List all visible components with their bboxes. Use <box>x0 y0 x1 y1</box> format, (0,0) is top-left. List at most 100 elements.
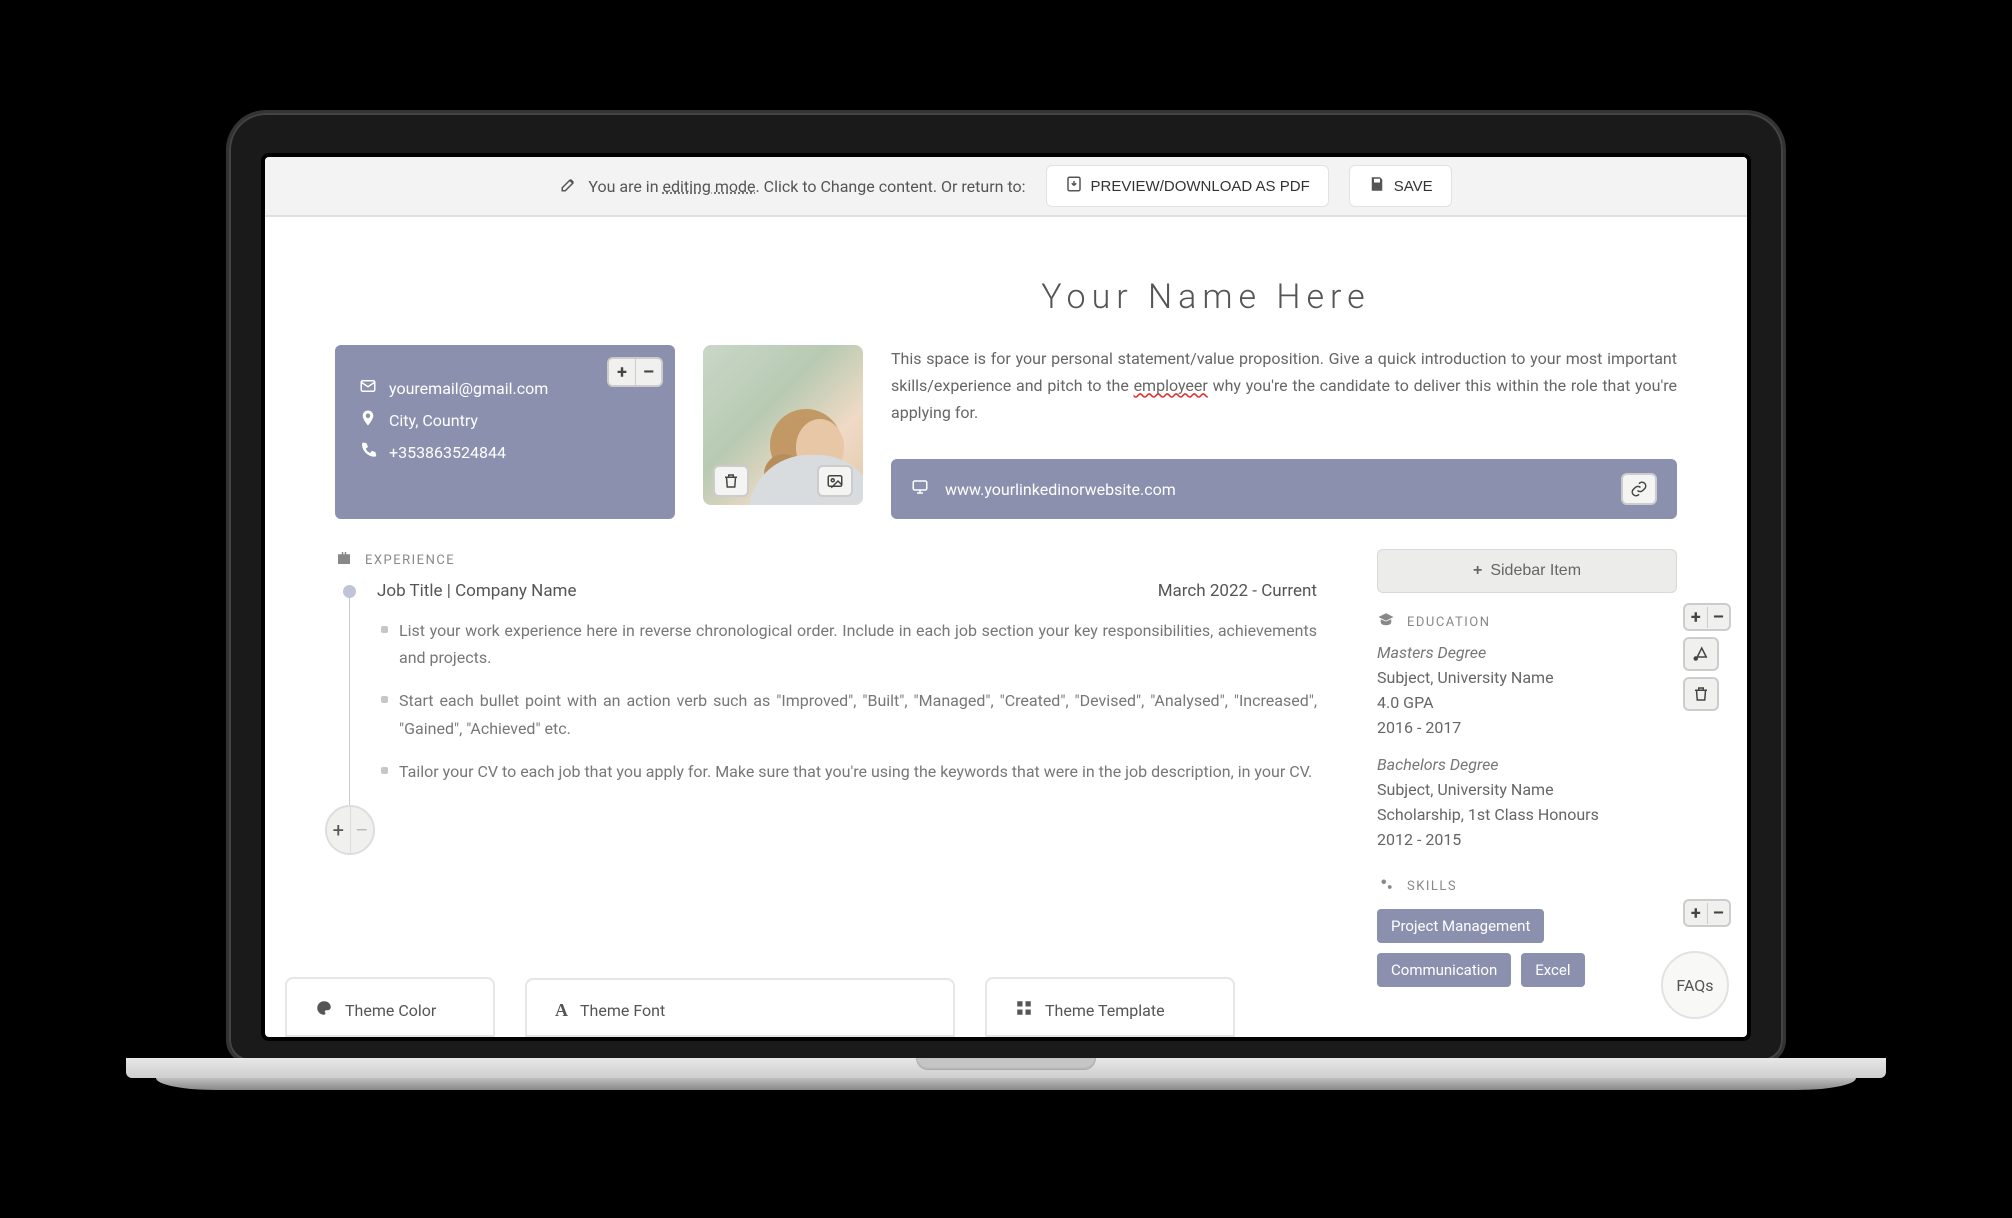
grad-cap-icon <box>1377 611 1395 633</box>
personal-statement[interactable]: This space is for your personal statemen… <box>891 345 1677 445</box>
skills-add-button[interactable]: + <box>1685 903 1707 924</box>
mode-suffix: . Click to Change content. Or return to: <box>755 177 1025 196</box>
edit-icon <box>560 175 578 197</box>
education-heading-text: EDUCATION <box>1407 615 1490 630</box>
location-icon <box>359 409 377 431</box>
bullet-item[interactable]: Start each bullet point with an action v… <box>377 687 1317 741</box>
save-button[interactable]: SAVE <box>1349 165 1452 207</box>
skills-remove-button[interactable]: – <box>1707 903 1730 924</box>
bullet-item[interactable]: Tailor your CV to each job that you appl… <box>377 758 1317 785</box>
education-add-button[interactable]: + <box>1685 607 1707 628</box>
education-remove-button[interactable]: – <box>1707 607 1730 628</box>
faqs-button[interactable]: FAQs <box>1661 951 1729 1019</box>
left-column: EXPERIENCE Job Title | Company Name Marc… <box>335 549 1317 987</box>
skills-add-remove: + – <box>1683 899 1731 927</box>
experience-timeline: Job Title | Company Name March 2022 - Cu… <box>335 581 1317 785</box>
header-row: + – youremail@gmail.com City, Country <box>335 345 1677 519</box>
laptop-bezel: You are in editing mode. Click to Change… <box>226 110 1786 1064</box>
job-title: Job Title | Company Name <box>377 581 576 601</box>
website-text: www.yourlinkedinorwebsite.com <box>945 480 1176 499</box>
job-dates: March 2022 - Current <box>1158 581 1317 601</box>
email-icon <box>359 377 377 399</box>
laptop-frame: You are in editing mode. Click to Change… <box>226 110 1786 1108</box>
education-delete-button[interactable] <box>1683 677 1719 711</box>
contact-location-row[interactable]: City, Country <box>359 409 651 431</box>
timeline-remove-button[interactable]: – <box>350 807 374 853</box>
education-item[interactable]: Bachelors Degree Subject, University Nam… <box>1377 755 1677 849</box>
photo-upload-button[interactable] <box>817 465 853 497</box>
timeline-dot <box>343 585 356 598</box>
briefcase-icon <box>335 549 353 571</box>
palette-icon <box>315 999 333 1021</box>
plus-icon: + <box>1473 562 1482 580</box>
right-column: + Sidebar Item + – <box>1377 549 1677 987</box>
contact-card[interactable]: + – youremail@gmail.com City, Country <box>335 345 675 519</box>
skill-tag[interactable]: Project Management <box>1377 909 1544 943</box>
gears-icon <box>1377 875 1395 897</box>
timeline-add-remove: + – <box>325 805 375 855</box>
download-icon <box>1065 175 1083 197</box>
link-edit-button[interactable] <box>1621 473 1657 505</box>
edu-years: 2012 - 2015 <box>1377 830 1677 849</box>
top-toolbar: You are in editing mode. Click to Change… <box>265 157 1747 217</box>
education-color-button[interactable] <box>1683 637 1719 671</box>
editing-mode-notice: You are in editing mode. Click to Change… <box>560 175 1025 197</box>
skills-heading: SKILLS <box>1377 875 1677 897</box>
theme-template-button[interactable]: Theme Template <box>985 977 1235 1037</box>
experience-heading-text: EXPERIENCE <box>365 553 455 568</box>
photo-actions <box>703 465 863 497</box>
theme-font-label: Theme Font <box>580 1001 665 1020</box>
contact-phone-row[interactable]: +353863524844 <box>359 441 651 463</box>
edu-years: 2016 - 2017 <box>1377 718 1677 737</box>
main-columns: EXPERIENCE Job Title | Company Name Marc… <box>335 549 1677 987</box>
app-screen: You are in editing mode. Click to Change… <box>265 157 1747 1037</box>
edu-degree: Bachelors Degree <box>1377 755 1677 774</box>
theme-template-label: Theme Template <box>1045 1001 1165 1020</box>
edu-subject: Subject, University Name <box>1377 668 1677 687</box>
statement-misspelled: employeer <box>1134 376 1208 395</box>
profile-photo[interactable] <box>703 345 863 505</box>
theme-bar: Theme Color A Theme Font Theme Template <box>265 977 1747 1037</box>
experience-heading: EXPERIENCE <box>335 549 1317 571</box>
preview-download-button[interactable]: PREVIEW/DOWNLOAD AS PDF <box>1046 165 1329 207</box>
save-icon <box>1368 175 1386 197</box>
template-icon <box>1015 999 1033 1021</box>
add-sidebar-item-button[interactable]: + Sidebar Item <box>1377 549 1677 593</box>
contact-add-button[interactable]: + <box>609 359 635 385</box>
theme-color-button[interactable]: Theme Color <box>285 977 495 1037</box>
education-side-controls: + – <box>1683 603 1731 711</box>
screen-wrap: You are in editing mode. Click to Change… <box>261 153 1751 1041</box>
add-sidebar-label: Sidebar Item <box>1490 562 1581 580</box>
faqs-label: FAQs <box>1676 976 1713 995</box>
theme-color-label: Theme Color <box>345 1001 436 1020</box>
email-text: youremail@gmail.com <box>389 379 548 398</box>
timeline-add-button[interactable]: + <box>327 807 350 853</box>
font-icon: A <box>555 1000 568 1021</box>
education-add-remove: + – <box>1683 603 1731 631</box>
save-label: SAVE <box>1394 178 1433 195</box>
bullet-item[interactable]: List your work experience here in revers… <box>377 617 1317 671</box>
phone-icon <box>359 441 377 463</box>
experience-bullets[interactable]: List your work experience here in revers… <box>377 617 1317 785</box>
contact-card-controls: + – <box>607 357 663 387</box>
theme-font-button[interactable]: A Theme Font <box>525 978 955 1037</box>
skills-heading-text: SKILLS <box>1407 879 1457 894</box>
education-heading: EDUCATION <box>1377 611 1677 633</box>
contact-remove-button[interactable]: – <box>635 359 661 385</box>
skill-tags: Project Management Communication Excel <box>1377 909 1677 987</box>
education-item[interactable]: Masters Degree Subject, University Name … <box>1377 643 1677 737</box>
website-bar[interactable]: www.yourlinkedinorwebsite.com <box>891 459 1677 519</box>
preview-download-label: PREVIEW/DOWNLOAD AS PDF <box>1091 178 1310 195</box>
phone-text: +353863524844 <box>389 443 506 462</box>
edu-extra: 4.0 GPA <box>1377 693 1677 712</box>
job-header-row[interactable]: Job Title | Company Name March 2022 - Cu… <box>377 581 1317 601</box>
edu-degree: Masters Degree <box>1377 643 1677 662</box>
resume-canvas: Your Name Here + – youremail@gmail.com <box>265 217 1747 1037</box>
header-right: This space is for your personal statemen… <box>891 345 1677 519</box>
mode-prefix: You are in <box>588 177 662 196</box>
mode-link[interactable]: editing mode <box>663 177 756 196</box>
name-heading[interactable]: Your Name Here <box>735 277 1677 317</box>
edu-extra: Scholarship, 1st Class Honours <box>1377 805 1677 824</box>
photo-delete-button[interactable] <box>713 465 749 497</box>
laptop-base <box>226 1058 1786 1108</box>
